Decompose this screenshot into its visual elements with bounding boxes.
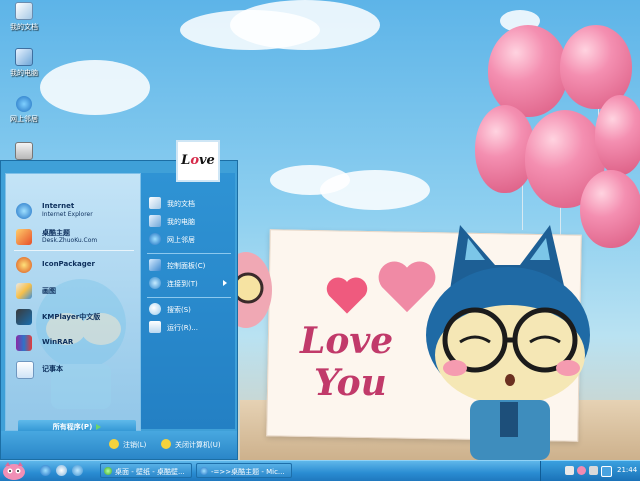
logoff-button[interactable]: 注销(L) xyxy=(109,439,159,451)
desktop-icon-label: 我的文档 xyxy=(10,23,38,31)
desktop-icon-label: 网上邻居 xyxy=(10,115,38,123)
arrow-right-icon xyxy=(96,424,102,430)
winrar-icon xyxy=(16,335,32,351)
quicklaunch-ie-icon[interactable] xyxy=(40,465,51,476)
places-label: 搜索(S) xyxy=(167,306,191,314)
places-my-documents[interactable]: 我的文档 xyxy=(149,197,233,211)
zhuoku-icon xyxy=(16,229,32,245)
logoff-icon xyxy=(109,439,119,449)
iconpackager-icon xyxy=(16,257,32,273)
volume-icon[interactable] xyxy=(565,466,574,475)
blue-cat-character xyxy=(426,225,590,460)
places-separator xyxy=(147,253,231,254)
submenu-arrow-icon xyxy=(223,280,227,286)
notepad-icon xyxy=(16,361,34,379)
system-tray: 21:44 xyxy=(540,461,640,481)
taskbar-button-zhuoku-wallpaper[interactable]: 桌面 - 壁纸 - 桌酷壁... xyxy=(100,463,192,478)
paint-icon xyxy=(16,283,32,299)
places-label: 运行(R)... xyxy=(167,324,199,332)
clock[interactable]: 21:44 xyxy=(617,466,637,474)
connect-icon xyxy=(149,277,161,289)
pinned-title: IconPackager xyxy=(42,260,95,268)
my-documents-icon xyxy=(149,197,161,209)
kmplayer-icon xyxy=(16,309,32,325)
user-avatar[interactable]: Love xyxy=(176,140,220,182)
start-menu-footer: 注销(L) 关闭计算机(U) xyxy=(1,431,237,459)
tray-app-icon[interactable] xyxy=(577,466,586,475)
balloon xyxy=(488,25,568,117)
my-computer-icon xyxy=(15,48,33,66)
love-word: Love xyxy=(300,320,394,362)
quicklaunch-media-icon[interactable] xyxy=(72,465,83,476)
task-label: 桌面 - 壁纸 - 桌酷壁... xyxy=(115,468,185,476)
desktop-icon-network[interactable]: 网上邻居 xyxy=(4,96,44,124)
places-label: 连接到(T) xyxy=(167,280,198,288)
shutdown-button[interactable]: 关闭计算机(U) xyxy=(161,439,233,451)
logoff-label: 注销(L) xyxy=(123,441,147,449)
pinned-title: 记事本 xyxy=(42,365,63,373)
places-label: 我的文档 xyxy=(167,200,195,208)
network-icon xyxy=(16,96,32,112)
desktop-icon-recycle-bin[interactable] xyxy=(4,142,44,162)
pinned-subtitle: Internet Explorer xyxy=(42,211,93,218)
cloud xyxy=(40,60,150,115)
places-network[interactable]: 网上邻居 xyxy=(149,233,233,247)
browser-icon xyxy=(104,467,112,475)
places-label: 我的电脑 xyxy=(167,218,195,226)
taskbar: 桌面 - 壁纸 - 桌酷壁... -=>>桌酷主题 - Mic... 21:44 xyxy=(0,460,640,481)
pinned-notepad[interactable]: 记事本 xyxy=(12,358,140,380)
pinned-title: Internet xyxy=(42,202,75,210)
taskbar-button-zhuoku-theme[interactable]: -=>>桌酷主题 - Mic... xyxy=(196,463,292,478)
places-run[interactable]: 运行(R)... xyxy=(149,321,233,335)
places-separator xyxy=(147,297,231,298)
tray-app-icon[interactable] xyxy=(601,466,612,477)
places-label: 网上邻居 xyxy=(167,236,195,244)
pinned-paint[interactable]: 画图 xyxy=(12,280,140,302)
pink-character xyxy=(236,252,272,328)
desktop-icon-my-documents[interactable]: 我的文档 xyxy=(4,2,44,32)
ie-icon xyxy=(16,203,32,219)
cloud xyxy=(230,0,380,50)
pinned-subtitle: Desk.ZhuoKu.Com xyxy=(42,237,98,244)
places-label: 控制面板(C) xyxy=(167,262,206,270)
balloon xyxy=(595,95,640,175)
shutdown-icon xyxy=(161,439,171,449)
search-icon xyxy=(149,303,161,315)
pinned-title: KMPlayer中文版 xyxy=(42,313,101,321)
browser-icon xyxy=(200,467,208,475)
pinned-iconpackager[interactable]: IconPackager xyxy=(12,254,140,276)
pinned-winrar[interactable]: WinRAR xyxy=(12,332,140,354)
places-connect-to[interactable]: 连接到(T) xyxy=(149,277,233,291)
task-label: -=>>桌酷主题 - Mic... xyxy=(211,468,285,476)
desktop-icon-label: 我的电脑 xyxy=(10,69,38,77)
start-button[interactable] xyxy=(0,461,28,481)
network-status-icon[interactable] xyxy=(589,466,598,475)
recycle-bin-icon xyxy=(15,142,33,160)
start-menu-pinned-panel: Internet Internet Explorer 桌酷主题 Desk.Zhu… xyxy=(5,173,141,434)
shutdown-label: 关闭计算机(U) xyxy=(175,441,221,449)
run-icon xyxy=(149,321,161,333)
control-panel-icon xyxy=(149,259,161,271)
network-icon xyxy=(149,233,161,245)
places-control-panel[interactable]: 控制面板(C) xyxy=(149,259,233,273)
pinned-zhuoku[interactable]: 桌酷主题 Desk.ZhuoKu.Com xyxy=(12,226,140,248)
my-documents-icon xyxy=(15,2,33,20)
cloud xyxy=(320,170,430,210)
desktop-icon-my-computer[interactable]: 我的电脑 xyxy=(4,48,44,78)
quicklaunch-show-desktop-icon[interactable] xyxy=(56,465,67,476)
places-my-computer[interactable]: 我的电脑 xyxy=(149,215,233,229)
pinned-title: 画图 xyxy=(42,287,56,295)
pinned-kmplayer[interactable]: KMPlayer中文版 xyxy=(12,306,140,328)
all-programs-label: 所有程序(P) xyxy=(52,423,93,431)
pinned-internet[interactable]: Internet Internet Explorer xyxy=(12,200,140,222)
start-menu-places-panel: 我的文档 我的电脑 网上邻居 控制面板(C) 连接到(T) 搜索(S) 运行(R… xyxy=(141,173,235,429)
pinned-title: WinRAR xyxy=(42,338,74,346)
love-you-text: Love You xyxy=(300,320,440,420)
heart-icon xyxy=(326,277,368,314)
pinned-separator xyxy=(14,250,134,251)
my-computer-icon xyxy=(149,215,161,227)
start-menu: Internet Internet Explorer 桌酷主题 Desk.Zhu… xyxy=(0,160,238,460)
places-search[interactable]: 搜索(S) xyxy=(149,303,233,317)
